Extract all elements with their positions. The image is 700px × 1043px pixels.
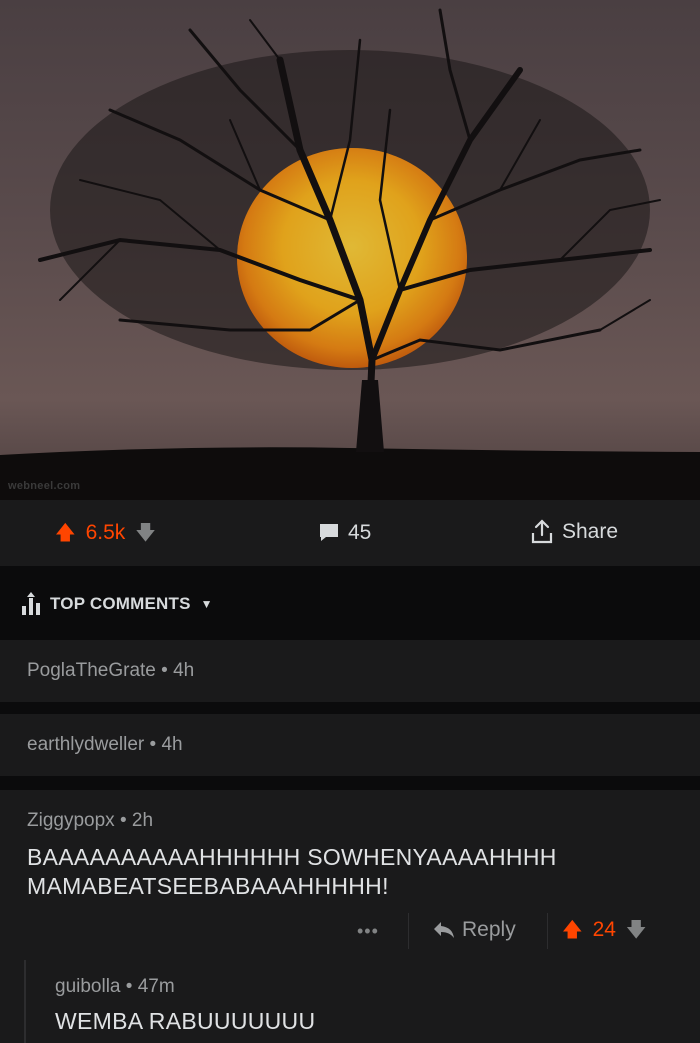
comment-meta: Ziggypopx • 2h [27,810,153,832]
separator-dot: • [161,660,168,681]
comment-meta: earthlydweller • 4h [27,734,183,756]
post-action-bar: 🡅 6.5k 🡇 45 Share [0,500,700,566]
sort-label: TOP COMMENTS [50,594,191,613]
image-watermark: webneel.com [8,480,81,492]
comment-age: 4h [173,660,195,681]
reply-button[interactable]: Reply [432,918,516,942]
comment-line: BAAAAAAAAAAHHHHHH SOWHENYAAAAHHHH [27,844,557,870]
tree-sunset-illustration [0,8,700,500]
upvote-icon[interactable]: 🡅 [55,523,76,543]
comment-meta: PoglaTheGrate • 4h [27,660,194,682]
comment-author[interactable]: PoglaTheGrate [27,660,156,681]
comment-score: 24 [592,918,616,941]
reply-author[interactable]: guibolla [55,976,121,997]
upvote-icon[interactable]: 🡅 [562,920,583,940]
divider [547,913,548,949]
comment-actions: ••• Reply 🡅 24 🡇 [0,913,700,949]
comment-line: MAMABEATSEEBABAAAHHHHH! [27,873,389,899]
post-vote-group: 🡅 6.5k 🡇 [55,521,156,545]
chevron-down-icon: ▼ [200,597,213,611]
post-score: 6.5k [85,521,126,544]
downvote-icon[interactable]: 🡇 [626,920,647,940]
comment-body: BAAAAAAAAAAHHHHHH SOWHENYAAAAHHHH MAMABE… [27,843,557,901]
divider [408,913,409,949]
sort-dropdown[interactable]: TOP COMMENTS ▼ [20,592,213,616]
share-button[interactable]: Share [530,519,618,545]
separator-dot: • [125,976,133,997]
share-icon [531,519,553,544]
separator-dot: • [149,734,157,755]
reply-thread-line [24,960,26,1043]
comment-count: 45 [348,521,372,544]
collapsed-comment[interactable]: earthlydweller • 4h [0,714,700,776]
comment-icon [320,524,338,541]
sort-top-icon [22,592,40,615]
reply-body: WEMBA RABUUUUUUU [55,1008,316,1034]
reply-icon [434,922,454,938]
share-label: Share [562,520,619,543]
comment-author[interactable]: Ziggypopx [27,810,115,831]
comment-author[interactable]: earthlydweller [27,734,144,755]
reply-label: Reply [462,918,516,941]
comments-button[interactable]: 45 [318,521,371,545]
reply-meta: guibolla • 47m [55,976,175,998]
comment-age: 4h [161,734,183,755]
downvote-icon[interactable]: 🡇 [135,523,156,543]
separator-dot: • [119,810,127,831]
comment-age: 2h [131,810,154,831]
comment-sort-bar: TOP COMMENTS ▼ [0,566,700,640]
post-image[interactable]: webneel.com [0,0,700,500]
reply-age: 47m [137,976,175,997]
collapsed-comment[interactable]: PoglaTheGrate • 4h [0,640,700,702]
more-options-button[interactable]: ••• [357,921,379,942]
comment-vote-group: 🡅 24 🡇 [562,918,646,942]
